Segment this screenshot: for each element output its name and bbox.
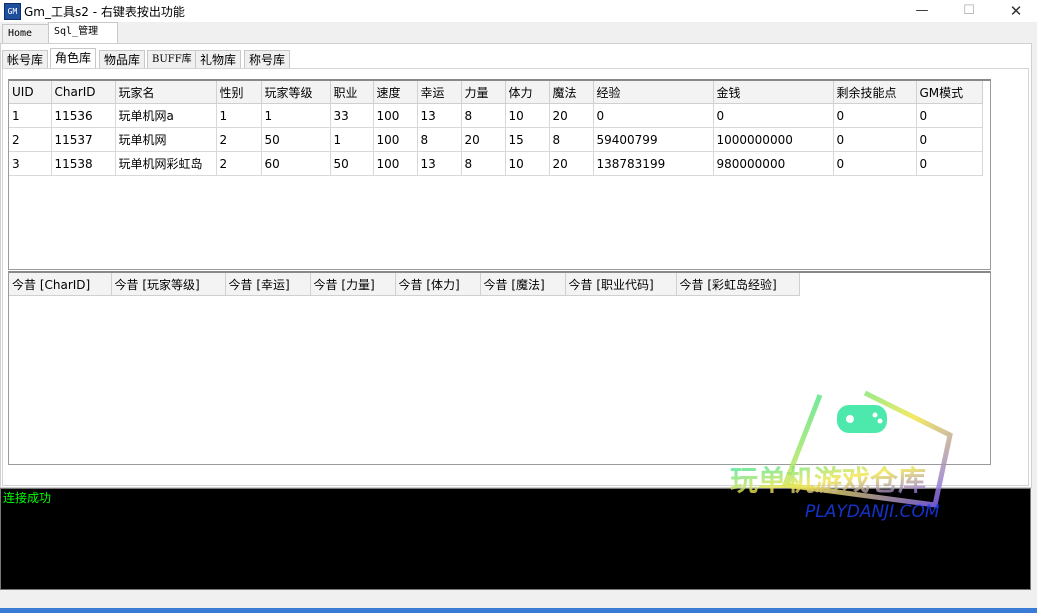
- tab-character-db[interactable]: 角色库: [50, 48, 97, 70]
- log-console[interactable]: 连接成功: [0, 488, 1031, 590]
- column-header[interactable]: CharID: [51, 81, 116, 104]
- table-cell[interactable]: 1: [261, 103, 331, 128]
- column-header[interactable]: GM模式: [916, 81, 983, 104]
- table-cell[interactable]: 59400799: [593, 127, 714, 152]
- table-cell[interactable]: 60: [261, 151, 331, 176]
- table-cell[interactable]: 11538: [51, 151, 116, 176]
- column-header[interactable]: 今昔 [彩虹岛经验]: [676, 273, 800, 296]
- table-cell[interactable]: 1: [9, 103, 52, 128]
- table-cell[interactable]: 8: [461, 103, 506, 128]
- column-header[interactable]: 体力: [505, 81, 550, 104]
- column-header[interactable]: 今昔 [魔法]: [480, 273, 566, 296]
- character-grid[interactable]: UID CharID 玩家名 性别 玩家等级 职业 速度 幸运 力量 体力 魔法 经验 金钱 剩余技能点 G…: [8, 79, 991, 270]
- table-cell[interactable]: 50: [330, 151, 374, 176]
- title-bar: GM Gm_工具s2 - 右键表按出功能 — ☐ ✕: [0, 0, 1037, 22]
- column-header[interactable]: 玩家等级: [261, 81, 331, 104]
- tab-item-db[interactable]: 物品库: [99, 50, 146, 69]
- table-cell[interactable]: 50: [261, 127, 331, 152]
- main-tab-strip: Home Sql_管理: [0, 22, 1037, 44]
- table-cell[interactable]: 0: [833, 151, 917, 176]
- column-header[interactable]: 今昔 [CharID]: [9, 273, 112, 296]
- history-grid[interactable]: 今昔 [CharID] 今昔 [玩家等级] 今昔 [幸运] 今昔 [力量] 今昔 [体力…: [8, 271, 991, 465]
- table-cell[interactable]: 3: [9, 151, 52, 176]
- table-cell[interactable]: 0: [713, 103, 834, 128]
- table-cell[interactable]: 11537: [51, 127, 116, 152]
- taskbar-edge: [0, 608, 1037, 613]
- table-cell[interactable]: 138783199: [593, 151, 714, 176]
- column-header[interactable]: 职业: [330, 81, 374, 104]
- table-cell[interactable]: 玩单机网彩虹岛: [115, 151, 217, 176]
- table-cell[interactable]: 2: [216, 127, 262, 152]
- table-cell[interactable]: 0: [833, 103, 917, 128]
- column-header[interactable]: 今昔 [力量]: [310, 273, 396, 296]
- column-header[interactable]: 今昔 [体力]: [395, 273, 481, 296]
- column-header[interactable]: 今昔 [职业代码]: [565, 273, 677, 296]
- column-header[interactable]: UID: [9, 81, 52, 104]
- table-cell[interactable]: 8: [417, 127, 462, 152]
- table-cell[interactable]: 8: [461, 151, 506, 176]
- table-row[interactable]: 3 11538 玩单机网彩虹岛 2 60 50 100 13 8 10 20 138783199 980…: [9, 151, 983, 176]
- tab-title-db[interactable]: 称号库: [244, 50, 291, 69]
- window-title: Gm_工具s2 - 右键表按出功能: [24, 5, 185, 19]
- table-cell[interactable]: 100: [373, 151, 418, 176]
- tab-account-db[interactable]: 帐号库: [2, 50, 49, 69]
- table-cell[interactable]: 8: [549, 127, 594, 152]
- column-header[interactable]: 玩家名: [115, 81, 217, 104]
- tab-gift-db[interactable]: 礼物库: [195, 50, 242, 69]
- app-icon: GM: [4, 3, 21, 20]
- table-cell[interactable]: 0: [916, 127, 983, 152]
- table-cell[interactable]: 2: [216, 151, 262, 176]
- column-header[interactable]: 今昔 [玩家等级]: [111, 273, 226, 296]
- table-cell[interactable]: 1: [216, 103, 262, 128]
- table-cell[interactable]: 20: [461, 127, 506, 152]
- table-row[interactable]: 2 11537 玩单机网 2 50 1 100 8 20 15 8 59400799 100000000…: [9, 127, 983, 152]
- column-header[interactable]: 力量: [461, 81, 506, 104]
- column-header[interactable]: 速度: [373, 81, 418, 104]
- table-cell[interactable]: 20: [549, 103, 594, 128]
- table-cell[interactable]: 100: [373, 127, 418, 152]
- tab-home[interactable]: Home: [2, 24, 52, 43]
- table-cell[interactable]: 20: [549, 151, 594, 176]
- column-header[interactable]: 经验: [593, 81, 714, 104]
- column-header[interactable]: 幸运: [417, 81, 462, 104]
- table-cell[interactable]: 2: [9, 127, 52, 152]
- column-header[interactable]: 性别: [216, 81, 262, 104]
- table-cell[interactable]: 1: [330, 127, 374, 152]
- table-cell[interactable]: 0: [833, 127, 917, 152]
- maximize-button[interactable]: ☐: [946, 0, 992, 22]
- table-row[interactable]: 1 11536 玩单机网a 1 1 33 100 13 8 10 20 0 0 0 0: [9, 103, 983, 128]
- table-cell[interactable]: 13: [417, 151, 462, 176]
- table-cell[interactable]: 0: [916, 151, 983, 176]
- character-grid-header: UID CharID 玩家名 性别 玩家等级 职业 速度 幸运 力量 体力 魔法 经验 金钱 剩余技能点 G…: [9, 81, 983, 104]
- table-cell[interactable]: 0: [593, 103, 714, 128]
- table-cell[interactable]: 玩单机网: [115, 127, 217, 152]
- close-button[interactable]: ✕: [993, 0, 1037, 22]
- table-cell[interactable]: 15: [505, 127, 550, 152]
- column-header[interactable]: 魔法: [549, 81, 594, 104]
- table-cell[interactable]: 980000000: [713, 151, 834, 176]
- log-line: 连接成功: [3, 491, 52, 505]
- column-header[interactable]: 金钱: [713, 81, 834, 104]
- column-header[interactable]: 今昔 [幸运]: [225, 273, 311, 296]
- table-cell[interactable]: 0: [916, 103, 983, 128]
- minimize-button[interactable]: —: [899, 0, 945, 22]
- tab-buff-db[interactable]: BUFF库: [147, 50, 197, 69]
- table-cell[interactable]: 玩单机网a: [115, 103, 217, 128]
- history-grid-header: 今昔 [CharID] 今昔 [玩家等级] 今昔 [幸运] 今昔 [力量] 今昔 [体力…: [9, 273, 800, 296]
- table-cell[interactable]: 33: [330, 103, 374, 128]
- table-cell[interactable]: 11536: [51, 103, 116, 128]
- table-cell[interactable]: 10: [505, 151, 550, 176]
- table-cell[interactable]: 13: [417, 103, 462, 128]
- column-header[interactable]: 剩余技能点: [833, 81, 917, 104]
- table-cell[interactable]: 1000000000: [713, 127, 834, 152]
- table-cell[interactable]: 100: [373, 103, 418, 128]
- table-cell[interactable]: 10: [505, 103, 550, 128]
- tab-sql-manage[interactable]: Sql_管理: [48, 22, 118, 44]
